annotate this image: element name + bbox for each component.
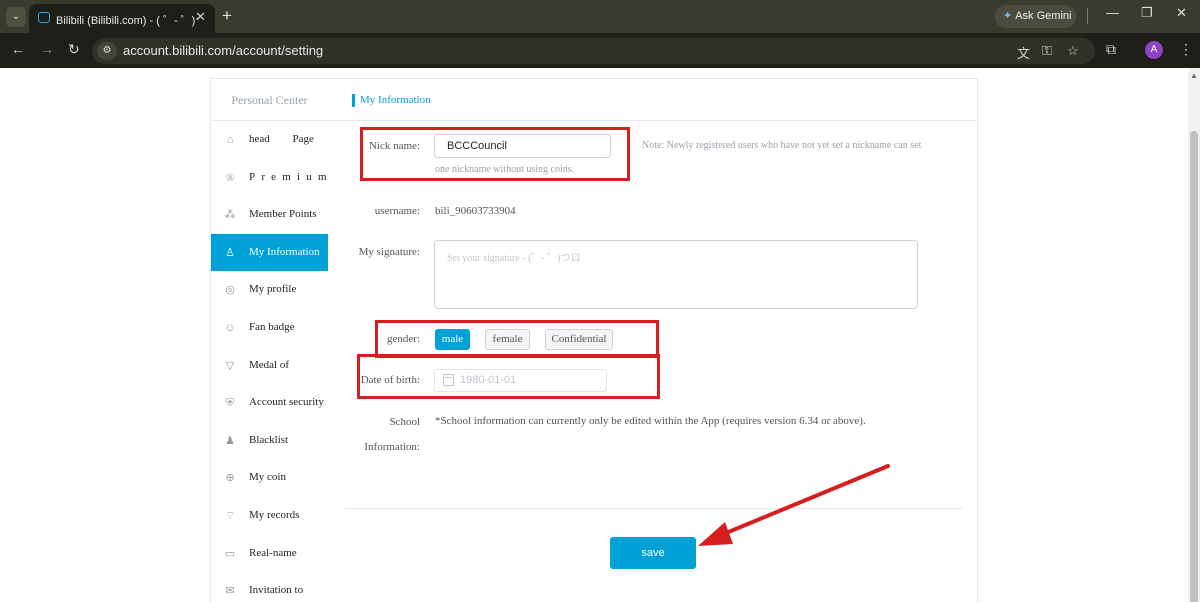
annotation-arrow (698, 464, 890, 546)
arrow-shaft (712, 464, 890, 540)
arrow-head-icon (698, 522, 733, 546)
